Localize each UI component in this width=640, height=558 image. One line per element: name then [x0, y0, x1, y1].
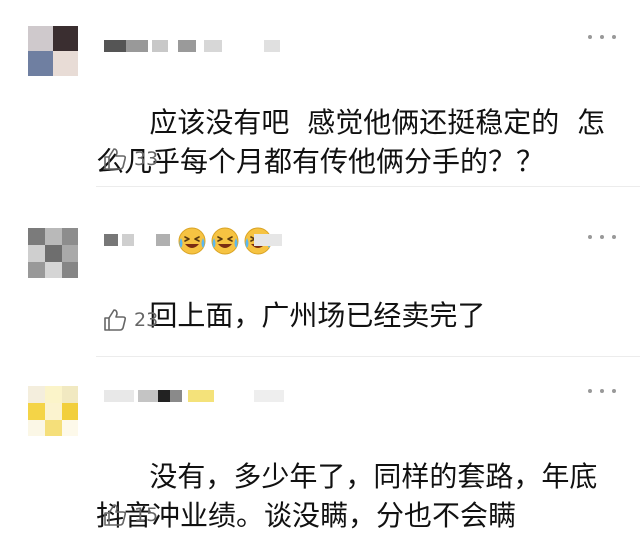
comment-item: 回上面，广州场已经卖完了 23	[0, 186, 640, 356]
like-count: 15	[134, 504, 159, 526]
comment-text: 没有，多少年了，同样的套路，年底抖音冲业绩。谈没瞒，分也不会瞒	[96, 418, 606, 558]
comment-item: 没有，多少年了，同样的套路，年底抖音冲业绩。谈没瞒，分也不会瞒 15	[0, 356, 640, 558]
avatar[interactable]	[28, 228, 78, 278]
like-button[interactable]: 33	[102, 144, 158, 174]
comment-item: 应该没有吧 感觉他俩还挺稳定的 怎么几乎每个月都有传他俩分手的？？ 33	[0, 0, 640, 255]
comment-feed: 应该没有吧 感觉他俩还挺稳定的 怎么几乎每个月都有传他俩分手的？？ 33 回上面…	[0, 0, 640, 558]
more-dots-icon[interactable]	[586, 31, 618, 43]
comment-text-content: 没有，多少年了，同样的套路，年底抖音冲业绩。谈没瞒，分也不会瞒	[96, 460, 598, 532]
like-count: 33	[134, 148, 159, 170]
username-blurred[interactable]	[104, 384, 294, 406]
username-blurred[interactable]	[104, 34, 284, 56]
more-dots-icon[interactable]	[586, 231, 618, 243]
thumbs-up-outline-icon	[104, 309, 127, 331]
like-count: 23	[134, 309, 159, 331]
comment-text-content: 回上面，广州场已经卖完了	[149, 299, 486, 332]
thumbs-up-outline-icon	[104, 148, 127, 170]
avatar[interactable]	[28, 26, 78, 76]
comment-text-content: 应该没有吧 感觉他俩还挺稳定的 怎么几乎每个月都有传他俩分手的？？	[96, 106, 606, 178]
avatar[interactable]	[28, 386, 78, 436]
like-button[interactable]: 23	[102, 305, 158, 335]
thumbs-up-outline-icon	[104, 504, 127, 526]
like-button[interactable]: 15	[102, 500, 158, 530]
more-dots-icon[interactable]	[586, 385, 618, 397]
username-blurred[interactable]	[104, 228, 284, 250]
